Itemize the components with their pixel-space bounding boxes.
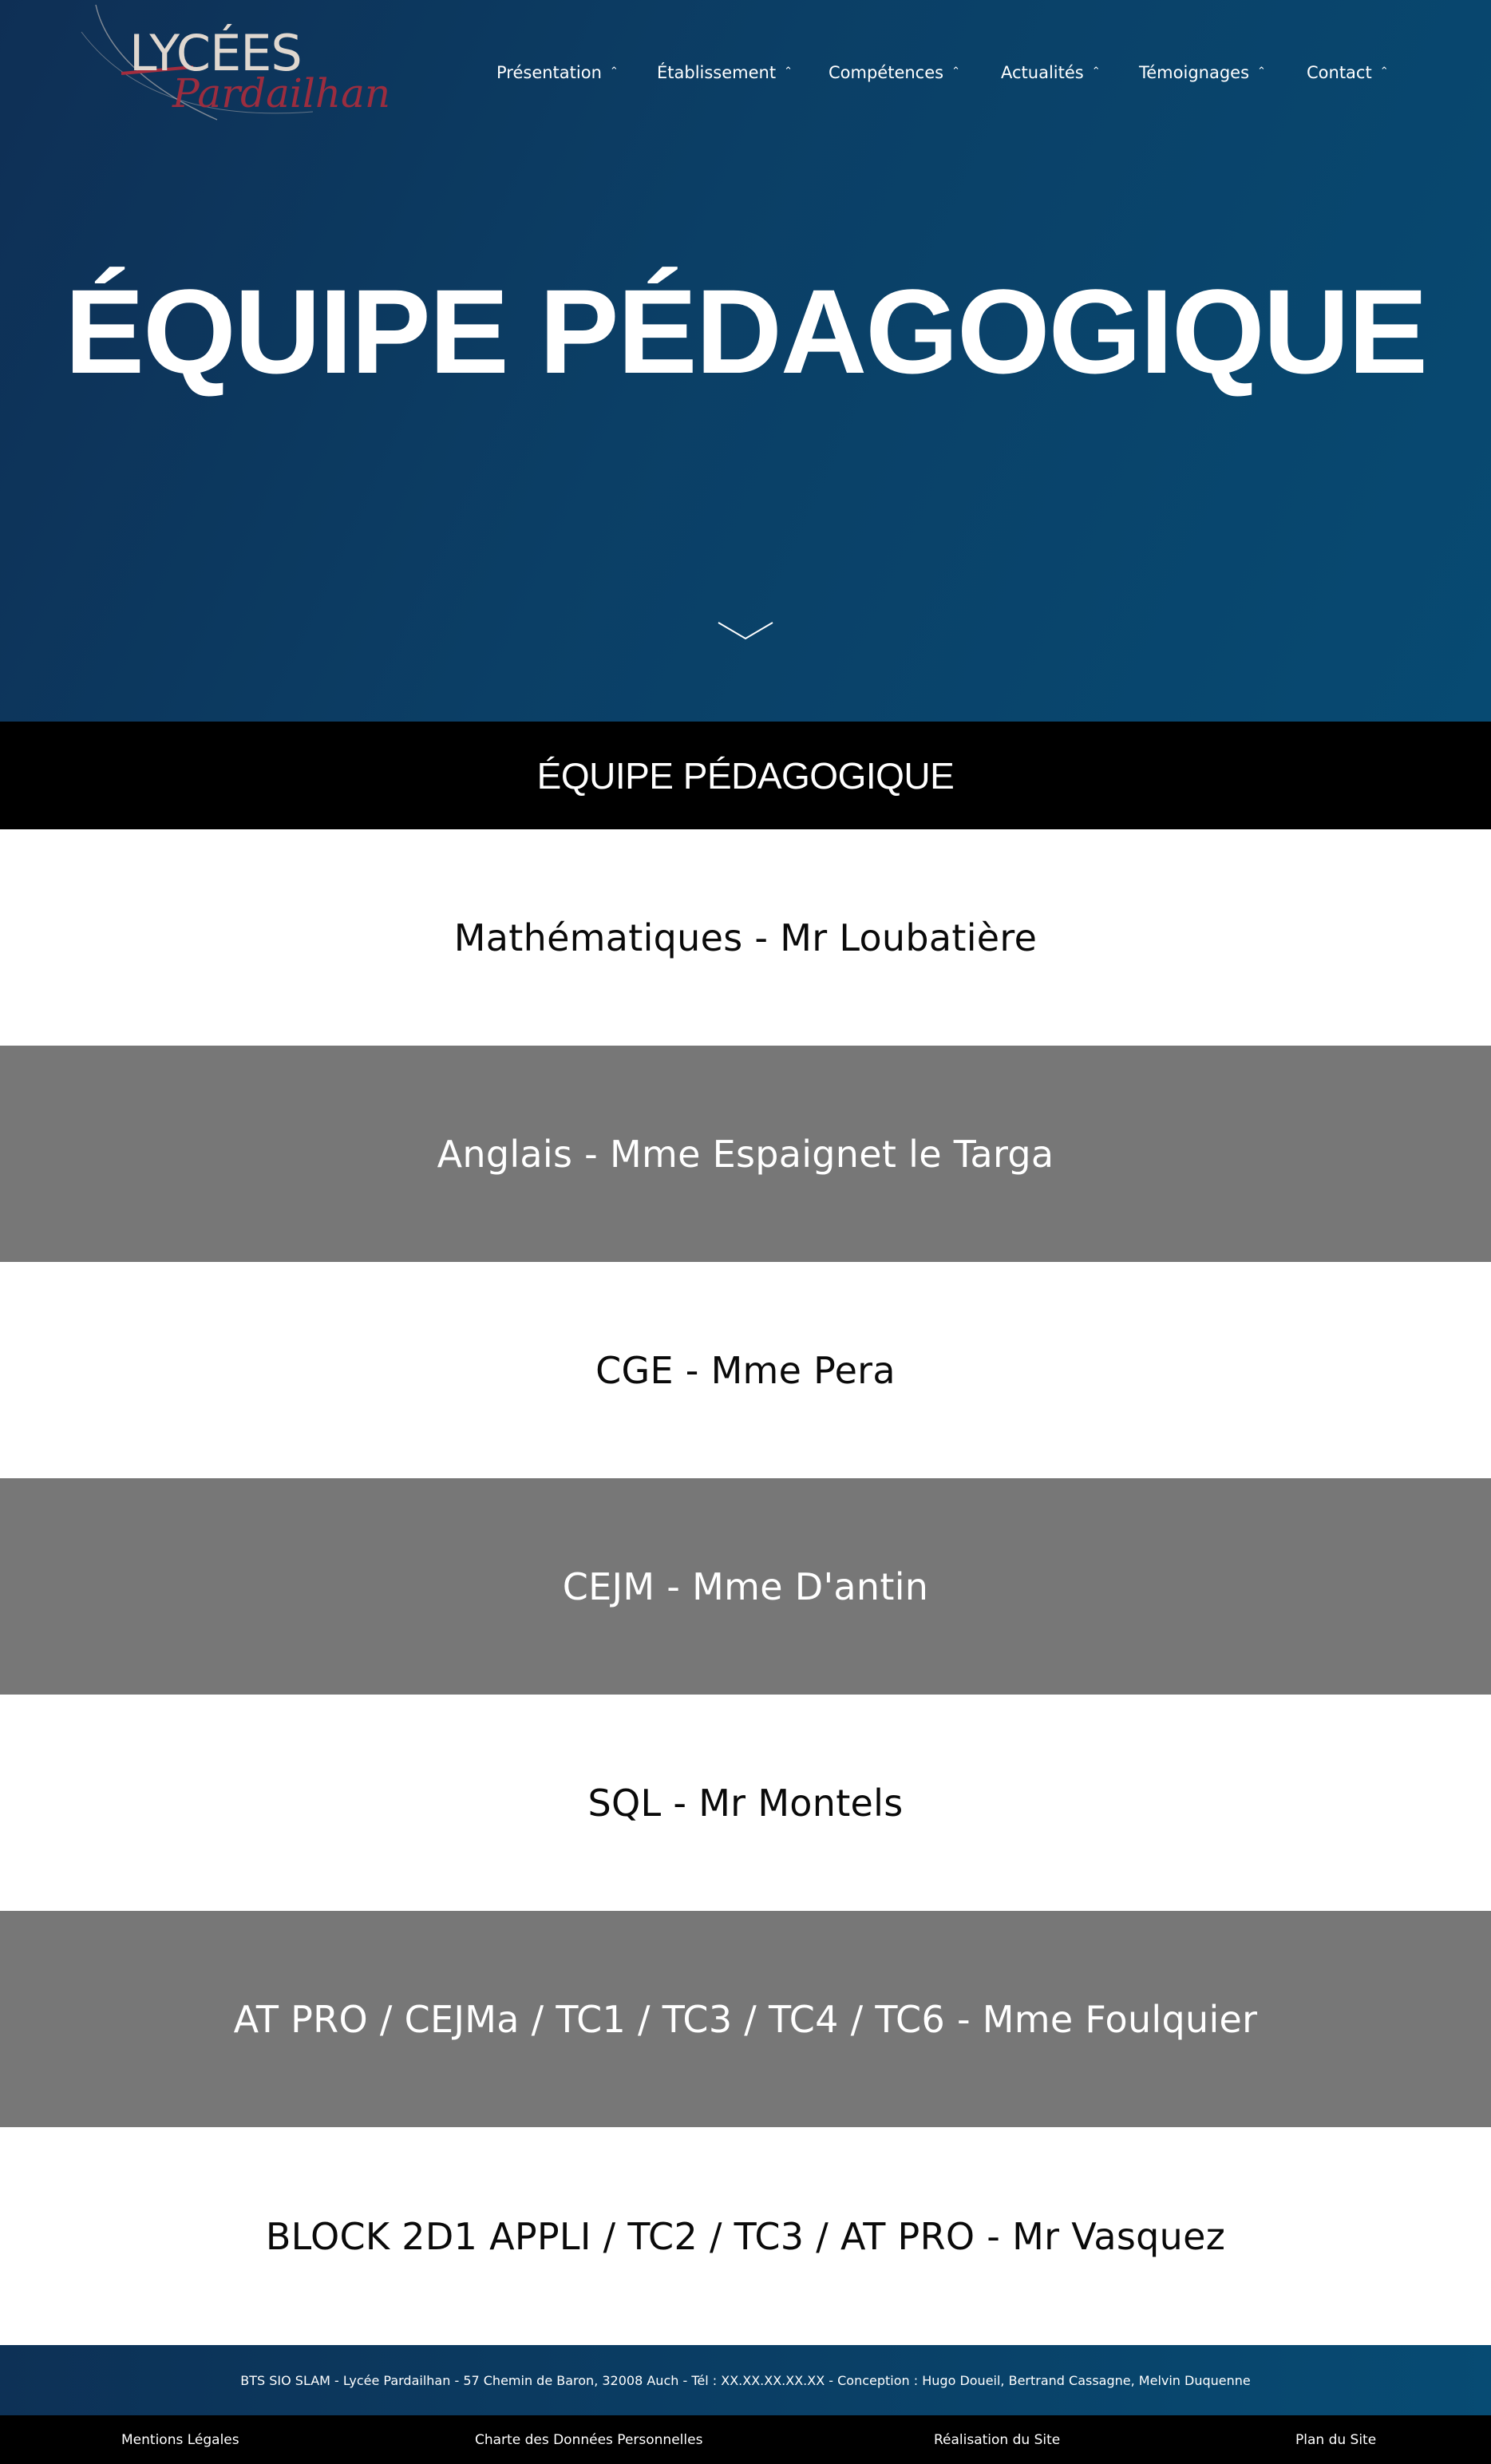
nav-label: Contact bbox=[1307, 63, 1372, 82]
list-item: CEJM - Mme D'antin bbox=[0, 1478, 1491, 1695]
list-item: AT PRO / CEJMa / TC1 / TC3 / TC4 / TC6 -… bbox=[0, 1911, 1491, 2127]
list-item: BLOCK 2D1 APPLI / TC2 / TC3 / AT PRO - M… bbox=[0, 2127, 1491, 2345]
list-item: Mathématiques - Mr Loubatière bbox=[0, 829, 1491, 1046]
main-navigation: Présentation ⌃ Établissement ⌃ Compétenc… bbox=[496, 61, 1389, 85]
footer-info-text: BTS SIO SLAM - Lycée Pardailhan - 57 Che… bbox=[240, 2372, 1251, 2388]
footer-link-realisation[interactable]: Réalisation du Site bbox=[934, 2432, 1060, 2448]
nav-item-actualites[interactable]: Actualités ⌃ bbox=[1001, 61, 1139, 85]
staff-entry: Mathématiques - Mr Loubatière bbox=[453, 916, 1038, 959]
chevron-up-icon: ⌃ bbox=[609, 65, 619, 77]
staff-entry: AT PRO / CEJMa / TC1 / TC3 / TC4 / TC6 -… bbox=[233, 1997, 1258, 2041]
chevron-down-icon bbox=[718, 622, 773, 640]
footer-links: Mentions Légales Charte des Données Pers… bbox=[0, 2415, 1491, 2464]
staff-entry: CGE - Mme Pera bbox=[595, 1348, 896, 1392]
footer-link-plan-du-site[interactable]: Plan du Site bbox=[1295, 2432, 1376, 2448]
nav-label: Témoignages bbox=[1139, 63, 1250, 82]
site-logo[interactable]: LYCÉES Pardailhan bbox=[73, 0, 390, 136]
footer-link-charte-donnees[interactable]: Charte des Données Personnelles bbox=[475, 2432, 702, 2448]
logo-subtitle: Pardailhan bbox=[172, 70, 391, 117]
nav-label: Actualités bbox=[1001, 63, 1084, 82]
hero-title: ÉQUIPE PÉDAGOGIQUE bbox=[65, 264, 1428, 398]
list-item: CGE - Mme Pera bbox=[0, 1262, 1491, 1478]
chevron-up-icon: ⌃ bbox=[1257, 65, 1266, 77]
chevron-up-icon: ⌃ bbox=[1379, 65, 1389, 77]
list-item: SQL - Mr Montels bbox=[0, 1695, 1491, 1911]
section-title: ÉQUIPE PÉDAGOGIQUE bbox=[536, 754, 955, 797]
nav-label: Présentation bbox=[496, 63, 602, 82]
chevron-up-icon: ⌃ bbox=[951, 65, 960, 77]
staff-entry: Anglais - Mme Espaignet le Targa bbox=[437, 1132, 1054, 1176]
list-item: Anglais - Mme Espaignet le Targa bbox=[0, 1046, 1491, 1262]
section-header: ÉQUIPE PÉDAGOGIQUE bbox=[0, 722, 1491, 829]
nav-label: Établissement bbox=[657, 63, 777, 82]
footer-info: BTS SIO SLAM - Lycée Pardailhan - 57 Che… bbox=[0, 2345, 1491, 2415]
chevron-up-icon: ⌃ bbox=[784, 65, 793, 77]
footer-link-mentions-legales[interactable]: Mentions Légales bbox=[121, 2432, 239, 2448]
staff-entry: SQL - Mr Montels bbox=[587, 1781, 904, 1825]
nav-item-temoignages[interactable]: Témoignages ⌃ bbox=[1139, 61, 1307, 85]
scroll-down-button[interactable] bbox=[717, 619, 774, 645]
hero-banner: LYCÉES Pardailhan Présentation ⌃ Établis… bbox=[0, 0, 1491, 722]
nav-item-contact[interactable]: Contact ⌃ bbox=[1307, 61, 1389, 85]
nav-label: Compétences bbox=[829, 63, 944, 82]
nav-item-competences[interactable]: Compétences ⌃ bbox=[829, 61, 1001, 85]
staff-entry: BLOCK 2D1 APPLI / TC2 / TC3 / AT PRO - M… bbox=[265, 2214, 1226, 2258]
chevron-up-icon: ⌃ bbox=[1091, 65, 1101, 77]
staff-entry: CEJM - Mme D'antin bbox=[562, 1564, 929, 1608]
nav-item-etablissement[interactable]: Établissement ⌃ bbox=[657, 61, 829, 85]
nav-item-presentation[interactable]: Présentation ⌃ bbox=[496, 61, 657, 85]
